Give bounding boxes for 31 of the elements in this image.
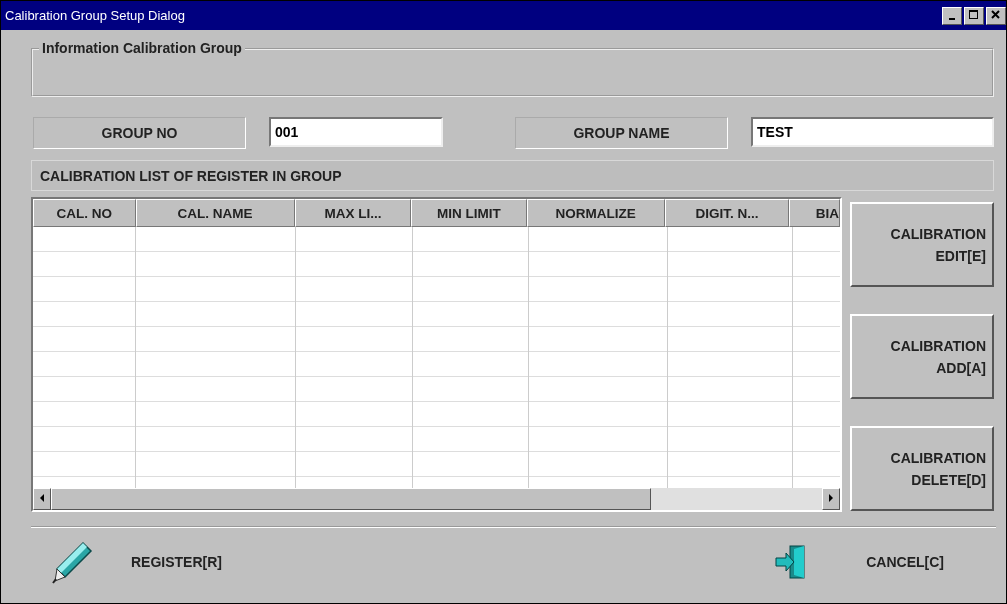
column-header[interactable]: DIGIT. N...: [664, 199, 790, 227]
group-title: Information Calibration Group: [39, 40, 245, 56]
close-button[interactable]: [986, 6, 1006, 25]
column-header[interactable]: MAX LI...: [294, 199, 412, 227]
text-field[interactable]: TEST: [751, 117, 994, 147]
list-title: CALIBRATION LIST OF REGISTER IN GROUP: [31, 160, 994, 191]
register-button[interactable]: REGISTER[R]: [49, 539, 222, 585]
left-arrow-icon: [39, 494, 45, 502]
scroll-left-button[interactable]: [33, 488, 51, 510]
calibration-button[interactable]: CALIBRATION DELETE[D]: [850, 426, 994, 511]
maximize-icon: [969, 9, 979, 20]
column-header[interactable]: CAL. NAME: [135, 199, 295, 227]
scrollbar-thumb[interactable]: [51, 488, 651, 510]
calibration-button[interactable]: CALIBRATION EDIT[E]: [850, 202, 994, 287]
close-icon: [991, 9, 1001, 20]
column-header[interactable]: NORMALIZE: [526, 199, 665, 227]
field-label: GROUP NAME: [515, 117, 728, 149]
right-arrow-icon: [828, 494, 834, 502]
column-header[interactable]: MIN LIMIT: [411, 199, 527, 227]
cancel-button[interactable]: CANCEL[C]: [772, 542, 944, 582]
minimize-button[interactable]: [942, 6, 962, 25]
minimize-icon: [949, 17, 955, 20]
pen-icon: [49, 539, 95, 585]
maximize-button[interactable]: [964, 6, 984, 25]
calibration-button[interactable]: CALIBRATION ADD[A]: [850, 314, 994, 399]
column-header[interactable]: BIA: [789, 199, 840, 227]
scroll-right-button[interactable]: [822, 488, 840, 510]
field-label: GROUP NO: [33, 117, 246, 149]
column-header[interactable]: CAL. NO: [33, 199, 136, 227]
window-title: Calibration Group Setup Dialog: [5, 8, 185, 23]
text-field[interactable]: 001: [269, 117, 443, 147]
